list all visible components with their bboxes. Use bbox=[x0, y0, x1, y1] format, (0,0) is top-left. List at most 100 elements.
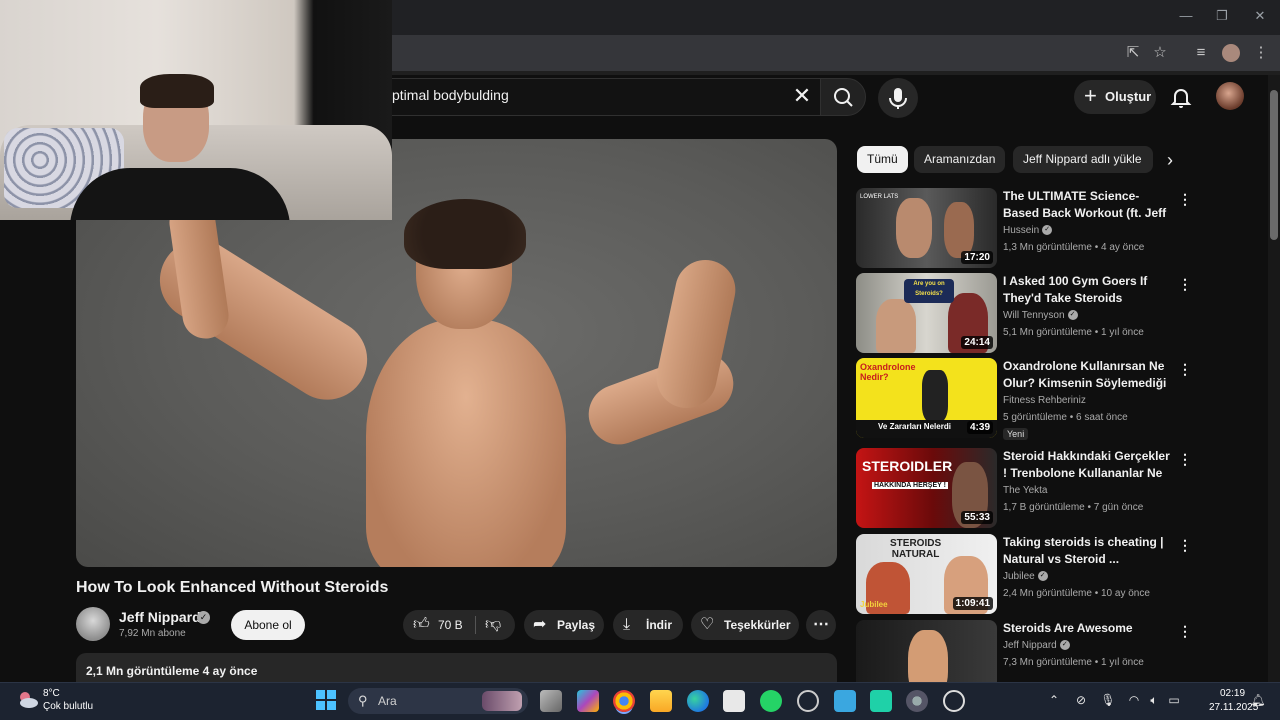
share-label: Paylaş bbox=[557, 618, 596, 632]
chip-channel-uploads[interactable]: Jeff Nippard adlı yükle bbox=[1013, 146, 1153, 173]
install-app-icon[interactable]: ⇱ bbox=[1124, 44, 1142, 62]
related-views: 5,1 Mn görüntüleme • 1 yıl önce bbox=[1003, 327, 1144, 338]
more-vertical-icon[interactable]: ⋮ bbox=[1178, 275, 1192, 293]
download-button[interactable]: ⤓ İndir bbox=[613, 610, 683, 640]
thanks-button[interactable]: ♡ Teşekkürler bbox=[691, 610, 799, 640]
share-button[interactable]: ➦ Paylaş bbox=[524, 610, 604, 640]
minimize-icon[interactable]: — bbox=[1176, 8, 1196, 26]
chip-all[interactable]: Tümü bbox=[857, 146, 908, 173]
thumbnail-text: Ve Zararları Nelerdi bbox=[878, 422, 951, 431]
more-vertical-icon[interactable]: ⋮ bbox=[1178, 622, 1192, 640]
weather-cloud-icon[interactable] bbox=[16, 688, 40, 712]
file-explorer-icon[interactable] bbox=[650, 690, 672, 712]
clock-time[interactable]: 02:19 bbox=[1220, 688, 1245, 699]
chatgpt-icon[interactable] bbox=[943, 690, 965, 712]
subscribe-button[interactable]: Abone ol bbox=[231, 610, 305, 640]
like-count[interactable]: 70 B bbox=[438, 618, 463, 632]
related-channel[interactable]: Fitness Rehberiniz bbox=[1003, 395, 1086, 406]
related-title[interactable]: Taking steroids is cheating | Natural vs… bbox=[1003, 534, 1175, 568]
related-video[interactable]: STEROIDS NATURAL Jubilee 1:09:41 Taking s… bbox=[856, 534, 1196, 614]
video-duration: 17:20 bbox=[961, 251, 993, 264]
settings-gear-icon[interactable] bbox=[906, 690, 928, 712]
notepad-icon[interactable] bbox=[834, 690, 856, 712]
more-vertical-icon[interactable]: ⋮ bbox=[1178, 360, 1192, 378]
related-title[interactable]: Steroids Are Awesome bbox=[1003, 620, 1175, 637]
copilot-icon[interactable] bbox=[577, 690, 599, 712]
windows-start-icon[interactable] bbox=[315, 689, 337, 711]
browser-menu-icon[interactable]: ⋮ bbox=[1252, 44, 1270, 62]
related-channel[interactable]: The Yekta bbox=[1003, 485, 1047, 496]
thanks-label: Teşekkürler bbox=[724, 618, 791, 632]
related-video[interactable]: STEROIDLER HAKKINDA HERŞEY ! 55:33 Stero… bbox=[856, 448, 1196, 528]
scrollbar-thumb[interactable] bbox=[1270, 90, 1278, 240]
related-channel-name[interactable]: Hussein bbox=[1003, 225, 1039, 236]
task-view-icon[interactable] bbox=[540, 690, 562, 712]
thumbs-up-icon[interactable]: 👍︎ bbox=[413, 615, 430, 635]
thumbs-down-icon[interactable]: 👎︎ bbox=[485, 615, 501, 635]
create-button[interactable]: + Oluştur bbox=[1074, 80, 1156, 114]
related-channel-name[interactable]: Will Tennyson bbox=[1003, 310, 1065, 321]
microsoft-store-icon[interactable] bbox=[723, 690, 745, 712]
account-avatar[interactable] bbox=[1216, 82, 1244, 110]
more-vertical-icon[interactable]: ⋮ bbox=[1178, 190, 1192, 208]
related-channel[interactable]: Hussein ✓ bbox=[1003, 225, 1053, 236]
volume-icon[interactable]: 🔈︎ bbox=[1146, 692, 1162, 708]
clear-search-icon[interactable]: ✕ bbox=[790, 84, 814, 108]
notifications-bell-icon[interactable] bbox=[1168, 84, 1194, 110]
restore-icon[interactable]: ❐ bbox=[1212, 8, 1232, 26]
video-thumbnail[interactable] bbox=[856, 620, 997, 682]
video-thumbnail[interactable]: Are you on Steroids? 24:14 bbox=[856, 273, 997, 353]
search-query[interactable]: ptimal bodybulding bbox=[392, 87, 509, 103]
app-icon[interactable] bbox=[797, 690, 819, 712]
media-control-icon[interactable]: ≡ bbox=[1192, 44, 1210, 62]
related-channel[interactable]: Jeff Nippard ✓ bbox=[1003, 640, 1070, 651]
related-title[interactable]: Steroid Hakkındaki Gerçekler ! Trenbolon… bbox=[1003, 448, 1175, 482]
taskbar-search-input[interactable]: ⚲ bbox=[348, 688, 528, 714]
network-off-icon[interactable]: ⊘ bbox=[1073, 692, 1089, 708]
related-video[interactable]: Steroids Are Awesome Jeff Nippard ✓ 7,3 M… bbox=[856, 620, 1196, 682]
battery-icon[interactable]: ▭ bbox=[1166, 692, 1182, 708]
thumbnail-figure bbox=[876, 299, 916, 353]
show-hidden-icons-icon[interactable]: ⌃ bbox=[1046, 692, 1062, 708]
chevron-right-icon[interactable]: › bbox=[1160, 150, 1180, 170]
wifi-icon[interactable]: ◠ bbox=[1126, 692, 1142, 708]
close-window-icon[interactable]: ✕ bbox=[1250, 8, 1270, 26]
related-title[interactable]: I Asked 100 Gym Goers If They'd Take Ste… bbox=[1003, 273, 1175, 307]
channel-avatar[interactable] bbox=[76, 607, 110, 641]
more-vertical-icon[interactable]: ⋮ bbox=[1178, 536, 1192, 554]
notification-icon[interactable]: 🔔︎ bbox=[1250, 692, 1266, 708]
app-icon[interactable] bbox=[870, 690, 892, 712]
taskbar-search-placeholder[interactable]: Ara bbox=[378, 694, 397, 708]
related-video[interactable]: LOWER LATS 17:20 The ULTIMATE Science-Ba… bbox=[856, 188, 1196, 268]
related-video[interactable]: Oxandrolone Nedir? Ve Zararları Nelerdi 4… bbox=[856, 358, 1196, 440]
voice-search-button[interactable] bbox=[878, 78, 918, 118]
webcam-overlay bbox=[0, 0, 392, 220]
related-channel[interactable]: Will Tennyson ✓ bbox=[1003, 310, 1078, 321]
microphone-icon bbox=[889, 88, 907, 109]
weather-temperature[interactable]: 8°C bbox=[43, 688, 60, 699]
channel-name[interactable]: Jeff Nippard bbox=[119, 609, 201, 625]
search-button[interactable] bbox=[820, 78, 866, 116]
whatsapp-icon[interactable] bbox=[760, 690, 782, 712]
related-title[interactable]: Oxandrolone Kullanırsan Ne Olur? Kimseni… bbox=[1003, 358, 1175, 392]
more-actions-button[interactable]: ⋯ bbox=[806, 610, 836, 640]
weather-description[interactable]: Çok bulutlu bbox=[43, 701, 93, 712]
video-thumbnail[interactable]: Oxandrolone Nedir? Ve Zararları Nelerdi 4… bbox=[856, 358, 997, 438]
chip-from-search[interactable]: Aramanızdan bbox=[914, 146, 1006, 173]
edge-icon[interactable] bbox=[687, 690, 709, 712]
video-thumbnail[interactable]: STEROIDS NATURAL Jubilee 1:09:41 bbox=[856, 534, 997, 614]
video-thumbnail[interactable]: STEROIDLER HAKKINDA HERŞEY ! 55:33 bbox=[856, 448, 997, 528]
profile-avatar-icon[interactable] bbox=[1222, 44, 1240, 62]
more-vertical-icon[interactable]: ⋮ bbox=[1178, 450, 1192, 468]
bookmark-star-icon[interactable]: ☆ bbox=[1151, 44, 1169, 62]
related-channel-name[interactable]: Jubilee bbox=[1003, 571, 1035, 582]
related-views: 2,4 Mn görüntüleme • 10 ay önce bbox=[1003, 588, 1150, 599]
related-channel[interactable]: Jubilee ✓ bbox=[1003, 571, 1048, 582]
related-video[interactable]: Are you on Steroids? 24:14 I Asked 100 Gy… bbox=[856, 273, 1196, 353]
related-channel-name[interactable]: Jeff Nippard bbox=[1003, 640, 1057, 651]
video-thumbnail[interactable]: LOWER LATS 17:20 bbox=[856, 188, 997, 268]
microphone-icon[interactable]: 🎙︎ bbox=[1100, 692, 1116, 708]
chrome-icon[interactable] bbox=[613, 690, 635, 712]
related-title[interactable]: The ULTIMATE Science-Based Back Workout … bbox=[1003, 188, 1175, 222]
verified-check-icon: ✓ bbox=[1059, 640, 1070, 651]
